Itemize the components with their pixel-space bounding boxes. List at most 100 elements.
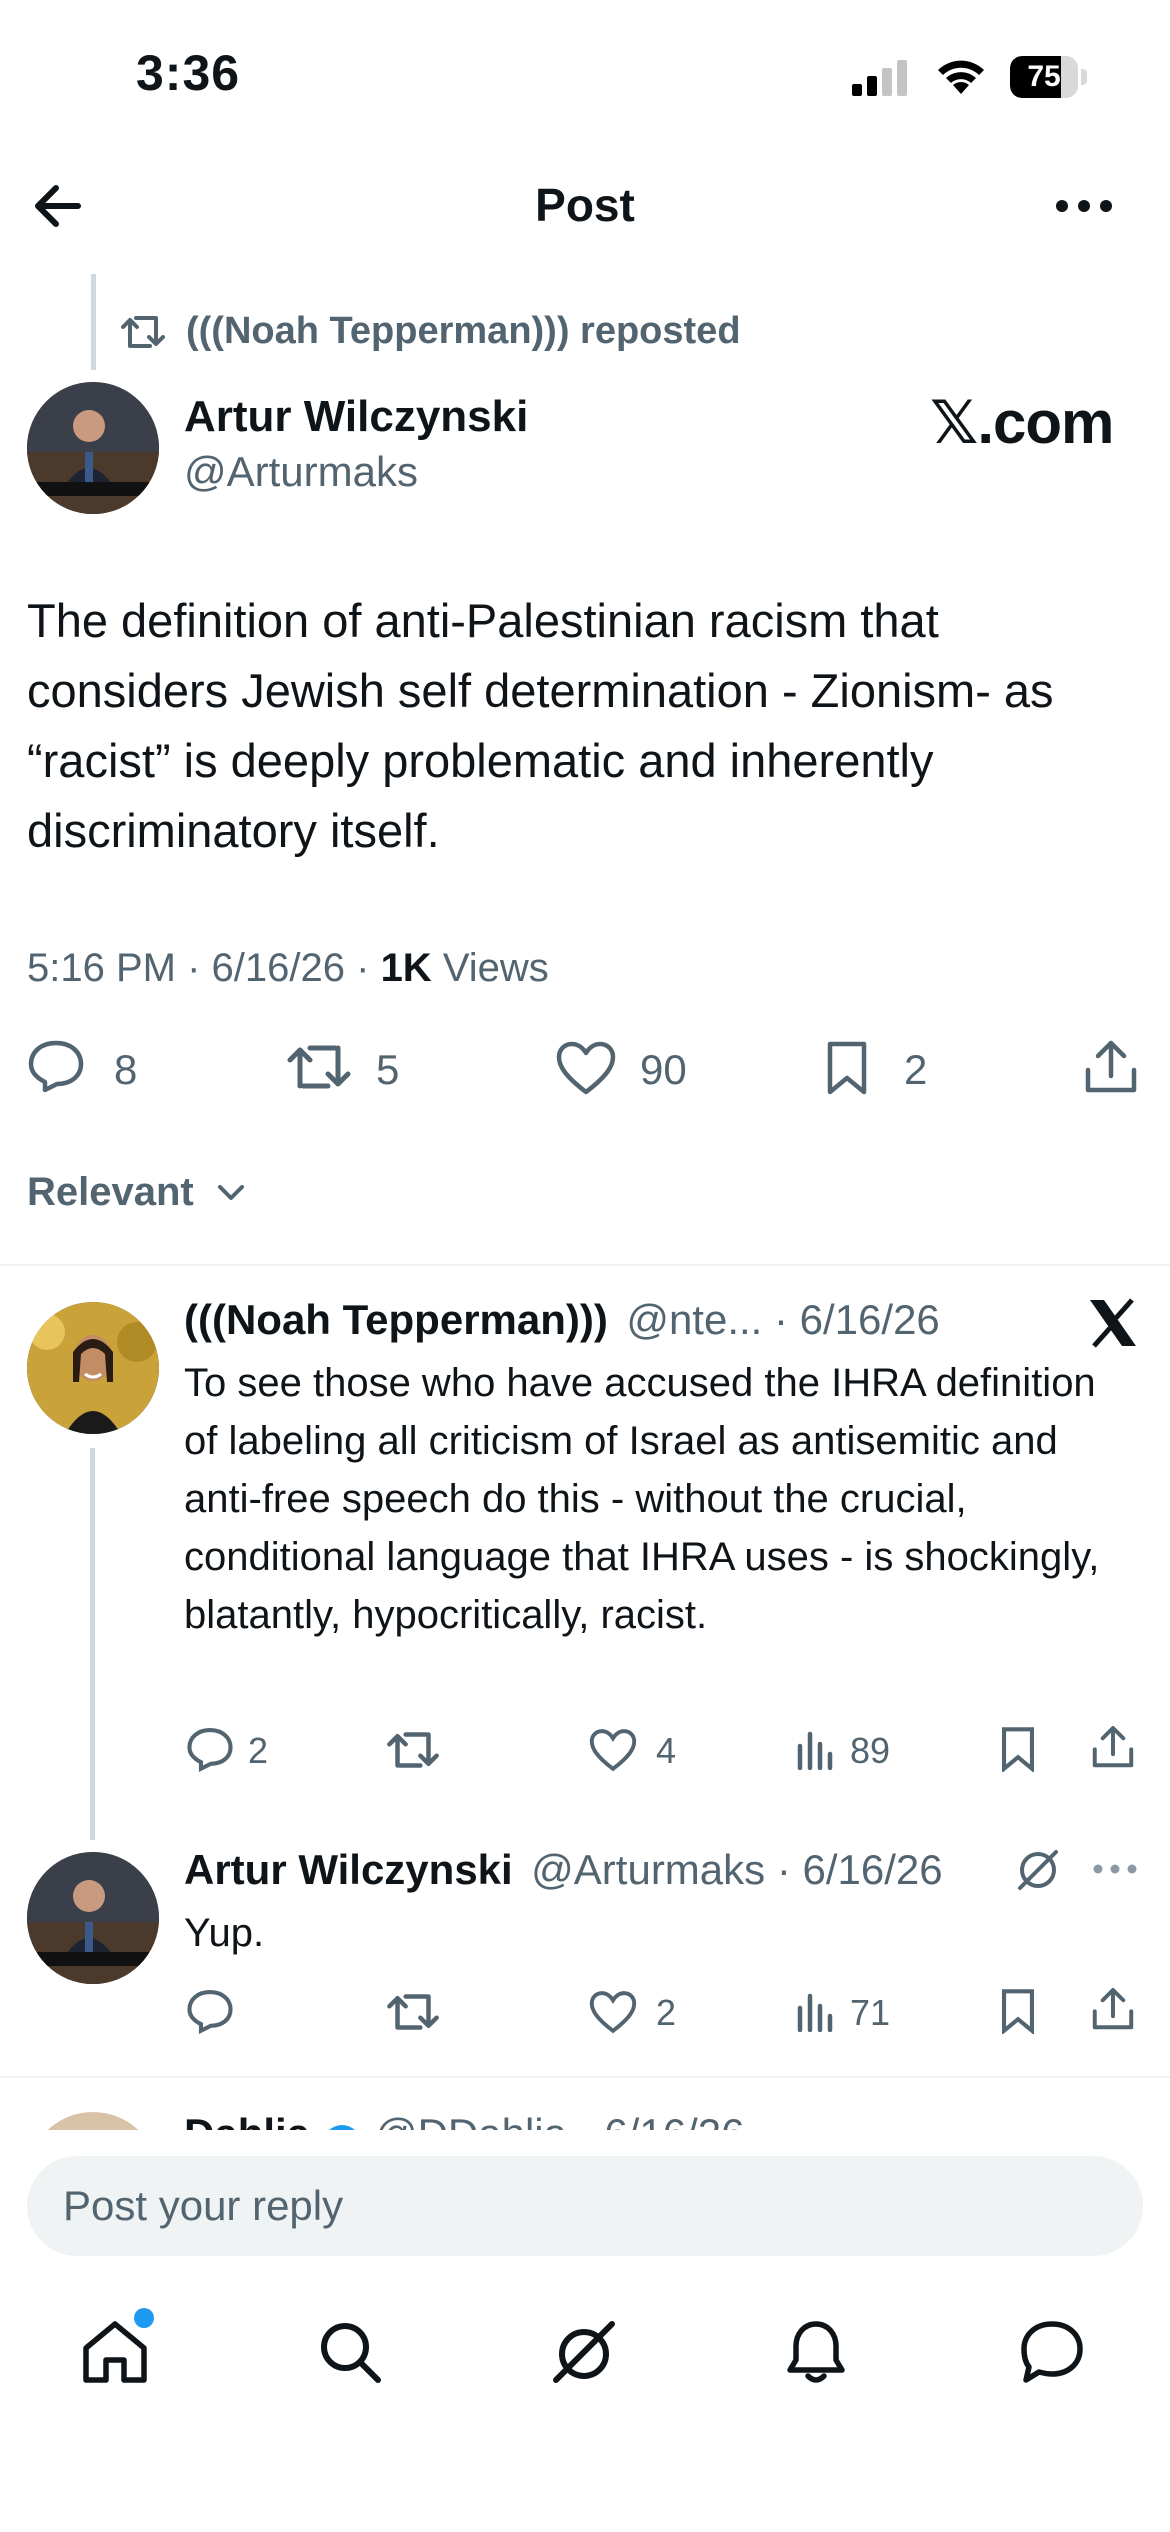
tab-search[interactable] bbox=[316, 2318, 384, 2386]
reply-count: 8 bbox=[114, 1046, 138, 1093]
like-count: 4 bbox=[656, 1730, 677, 1771]
bookmark-button[interactable] bbox=[998, 1726, 1038, 1772]
thread-line bbox=[91, 274, 96, 370]
share-icon bbox=[1085, 1040, 1137, 1093]
heart-icon bbox=[589, 1729, 637, 1772]
views-icon[interactable] bbox=[796, 1988, 836, 2032]
share-button[interactable] bbox=[1082, 1038, 1140, 1096]
home-icon bbox=[83, 2321, 147, 2383]
post-date: 6/16/26 bbox=[211, 946, 345, 990]
notification-dot bbox=[134, 2308, 154, 2328]
reply-handle-date[interactable]: @nte... · 6/16/26 bbox=[626, 1296, 939, 1343]
sort-dropdown[interactable]: Relevant bbox=[27, 1170, 194, 1215]
avatar-photo bbox=[27, 1852, 159, 1984]
reply-placeholder: Post your reply bbox=[63, 2182, 344, 2229]
reply-button[interactable] bbox=[186, 1988, 234, 2034]
avatar[interactable] bbox=[27, 382, 159, 514]
divider bbox=[0, 2076, 1170, 2078]
heart-icon bbox=[589, 1991, 637, 2034]
post-meta: 5:16 PM · 6/16/26 · 1K Views bbox=[27, 946, 549, 990]
views-count: 1K bbox=[380, 946, 432, 990]
share-icon bbox=[1092, 1725, 1134, 1768]
bookmark-button[interactable] bbox=[998, 1988, 1038, 2034]
bookmark-icon bbox=[1001, 1727, 1035, 1772]
avatar-photo bbox=[27, 382, 159, 514]
like-button[interactable] bbox=[555, 1040, 617, 1096]
reply-header: Dahlia @DDahlia · 6/16/26 bbox=[184, 2110, 744, 2130]
views-count: 71 bbox=[850, 1992, 891, 2033]
repost-icon bbox=[287, 1045, 351, 1089]
avatar-photo bbox=[27, 1302, 159, 1434]
author-name[interactable]: Artur Wilczynski bbox=[184, 392, 528, 442]
repost-icon bbox=[387, 1994, 439, 2030]
reply-handle-date[interactable]: @Arturmaks · 6/16/26 bbox=[531, 1846, 942, 1893]
reply-icon bbox=[187, 1728, 233, 1772]
more-icon bbox=[1093, 1864, 1137, 1874]
reply-author-name[interactable]: (((Noah Tepperman))) bbox=[184, 1296, 608, 1343]
sort-label: Relevant bbox=[27, 1170, 194, 1214]
bookmark-count: 2 bbox=[904, 1046, 928, 1093]
tab-messages[interactable] bbox=[1018, 2318, 1086, 2386]
like-button[interactable] bbox=[588, 1728, 638, 1772]
tab-notifications[interactable] bbox=[784, 2318, 848, 2386]
wifi-icon bbox=[934, 56, 988, 96]
reply-input[interactable]: Post your reply bbox=[27, 2156, 1143, 2256]
status-time: 3:36 bbox=[136, 45, 241, 101]
repost-icon bbox=[387, 1732, 439, 1768]
bookmark-icon bbox=[1001, 1989, 1035, 2034]
views-label[interactable]: Views bbox=[443, 946, 549, 990]
battery-percent: 75 bbox=[1027, 60, 1061, 93]
repost-button[interactable] bbox=[386, 1990, 440, 2034]
share-button[interactable] bbox=[1090, 1986, 1136, 2032]
page-title: Post bbox=[535, 179, 635, 231]
tab-home[interactable] bbox=[80, 2308, 154, 2386]
more-icon bbox=[1056, 200, 1112, 212]
avatar[interactable] bbox=[27, 2112, 159, 2130]
battery-indicator: 75 bbox=[1010, 56, 1090, 98]
repost-icon bbox=[120, 312, 166, 352]
reply-text: To see those who have accused the IHRA d… bbox=[184, 1361, 1100, 1637]
post-time: 5:16 PM bbox=[27, 946, 176, 990]
signal-icon bbox=[852, 60, 912, 96]
views-icon[interactable] bbox=[796, 1726, 836, 1770]
more-button[interactable] bbox=[1054, 196, 1114, 216]
more-button[interactable] bbox=[1092, 1862, 1138, 1876]
verified-badge-icon bbox=[322, 2124, 361, 2130]
grok-icon[interactable] bbox=[1014, 1846, 1062, 1894]
post-text: The definition of anti-Palestinian racis… bbox=[27, 594, 1054, 857]
thread-line bbox=[90, 1448, 95, 1840]
reply-header: Artur Wilczynski @Arturmaks · 6/16/26 bbox=[184, 1846, 943, 1894]
like-count: 2 bbox=[656, 1992, 677, 2033]
repost-count: 5 bbox=[376, 1046, 400, 1093]
share-button[interactable] bbox=[1090, 1724, 1136, 1770]
bookmark-icon bbox=[827, 1041, 867, 1095]
reply-count: 2 bbox=[248, 1730, 269, 1771]
avatar[interactable] bbox=[27, 1852, 159, 1984]
reply-button[interactable] bbox=[186, 1726, 234, 1772]
like-count: 90 bbox=[640, 1046, 687, 1093]
reply-author-name[interactable]: Artur Wilczynski bbox=[184, 1846, 513, 1893]
partial-reply: Dahlia @DDahlia · 6/16/26 bbox=[0, 2096, 1170, 2130]
bookmark-button[interactable] bbox=[824, 1040, 870, 1096]
grok-icon bbox=[553, 2321, 615, 2383]
repost-button[interactable] bbox=[386, 1728, 440, 1772]
x-watermark: 𝕏.com bbox=[930, 389, 1114, 456]
avatar[interactable] bbox=[27, 1302, 159, 1434]
like-button[interactable] bbox=[588, 1990, 638, 2034]
heart-icon bbox=[556, 1041, 616, 1095]
chevron-down-icon bbox=[216, 1182, 246, 1204]
reply-button[interactable] bbox=[27, 1038, 85, 1094]
repost-label[interactable]: (((Noah Tepperman))) reposted bbox=[186, 310, 741, 353]
tab-grok[interactable] bbox=[548, 2316, 620, 2388]
share-icon bbox=[1092, 1987, 1134, 2030]
reply-icon bbox=[28, 1040, 84, 1093]
reply-icon bbox=[187, 1990, 233, 2034]
search-icon bbox=[321, 2323, 381, 2383]
reply-handle-date[interactable]: @DDahlia · 6/16/26 bbox=[375, 2110, 745, 2130]
messages-icon bbox=[1021, 2321, 1083, 2383]
reply-text: Yup. bbox=[184, 1911, 265, 1955]
repost-button[interactable] bbox=[286, 1040, 352, 1094]
reply-author-name[interactable]: Dahlia bbox=[184, 2110, 310, 2130]
reply-header: (((Noah Tepperman))) @nte... · 6/16/26 bbox=[184, 1296, 940, 1344]
author-handle[interactable]: @Arturmaks bbox=[184, 448, 418, 496]
